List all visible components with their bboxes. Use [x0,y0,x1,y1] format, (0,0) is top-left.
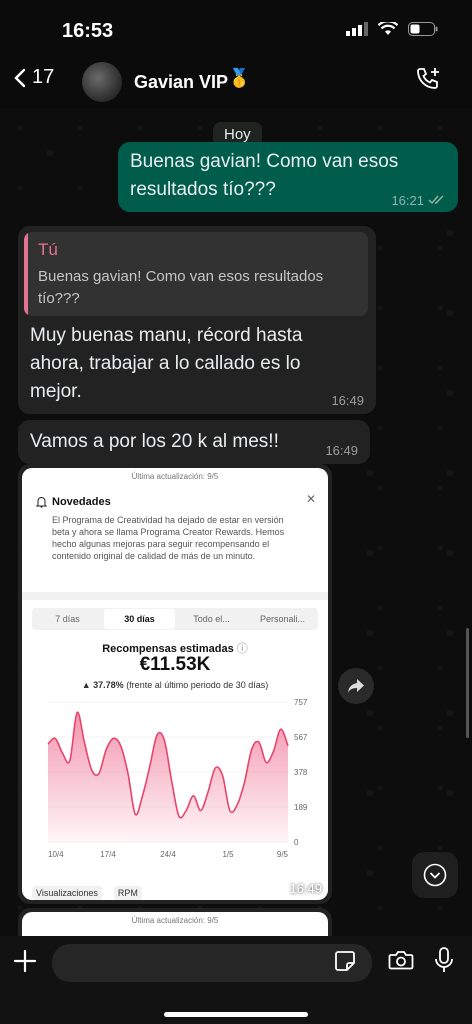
x-tick-label: 10/4 [48,850,64,859]
message-bubble-incoming[interactable]: Vamos a por los 20 k al mes!! 16:49 [18,420,370,464]
y-tick-label: 0 [294,838,299,847]
quoted-reply[interactable]: Tú Buenas gavian! Como van esos resultad… [24,232,368,316]
metric-tab-rpm: RPM [113,886,142,900]
forward-button[interactable] [338,668,374,704]
divider [22,592,328,600]
message-time: 16:49 [325,443,358,458]
tab-7-days: 7 días [55,614,80,624]
tab-30-days: 30 días [104,609,175,629]
message-bubble-outgoing[interactable]: Buenas gavian! Como van esos resultados … [118,142,458,212]
sticker-button[interactable] [334,950,356,977]
x-tick-label: 24/4 [160,850,176,859]
y-tick-label: 757 [294,698,308,707]
unread-count: 17 [32,66,55,88]
message-text: Vamos a por los 20 k al mes!! [30,431,279,452]
metric-tab-views: Visualizaciones [32,886,102,900]
double-check-icon [428,195,444,205]
camera-icon [388,951,414,970]
avatar[interactable] [82,62,122,102]
up-arrow-icon: ▲ [81,680,91,690]
contact-name[interactable]: Gavian VIP [134,72,228,93]
wifi-icon [378,22,398,35]
input-bar [0,936,472,1024]
news-card: Novedades El Programa de Creatividad ha … [34,490,316,586]
status-bar: 16:53 [0,0,472,60]
home-indicator [164,1012,308,1017]
scrollbar[interactable] [466,628,469,738]
phone-plus-icon [417,68,439,89]
message-time: 16:21 [391,193,424,208]
last-update-text: Última actualización: 9/5 [131,472,219,481]
plus-icon [13,949,37,973]
attach-button[interactable] [12,948,38,979]
quote-accent-bar [24,232,28,316]
chevron-down-circle-icon [423,863,447,887]
y-tick-label: 567 [294,733,308,742]
image-message[interactable]: Última actualización: 9/5 [18,908,332,936]
back-button[interactable]: 17 [14,66,54,89]
chevron-left-icon [14,68,26,87]
tab-custom: Personali... [259,614,306,624]
last-update-text: Última actualización: 9/5 [131,916,219,925]
message-input[interactable] [52,944,372,982]
metric-tabs: Visualizaciones RPM [32,886,322,900]
quote-author: Tú [38,240,58,259]
share-arrow-icon [348,679,364,693]
x-tick-label: 9/5 [277,850,289,859]
x-tick-label: 1/5 [222,850,234,859]
mic-button[interactable] [434,946,454,979]
signal-icon [346,22,368,36]
shared-screenshot[interactable]: Última actualización: 9/5 [22,912,328,936]
quote-text: Buenas gavian! Como van esos resultados … [38,268,324,307]
sticker-icon [335,951,355,971]
news-text: El Programa de Creatividad ha dejado de … [52,515,285,561]
y-tick-label: 189 [294,803,308,812]
y-tick-label: 378 [294,768,308,777]
camera-button[interactable] [388,948,414,977]
earnings-chart: 757 567 378 189 0 10/4 17/4 24/4 1/5 9/5 [47,698,308,859]
message-time: 16:49 [331,393,364,408]
shared-screenshot[interactable]: Última actualización: 9/5 Novedades El P… [22,468,328,900]
close-icon: ✕ [305,492,316,506]
news-title: Novedades [52,496,111,508]
add-call-button[interactable] [416,66,442,97]
series-area [48,712,288,842]
message-text: Muy buenas manu, récord hasta ahora, tra… [30,325,303,402]
message-bubble-incoming[interactable]: Tú Buenas gavian! Como van esos resultad… [18,226,376,414]
medal-emoji: 🥇 [228,68,251,88]
bell-icon [36,497,47,508]
period-tabs: 7 días 30 días Todo el... Personali... [32,608,318,630]
message-time: 16:49 [289,881,322,896]
tab-all: Todo el... [193,614,230,624]
chart-total: €11.53K [139,654,211,675]
microphone-icon [435,947,453,972]
chat-area[interactable]: Hoy Buenas gavian! Como van esos resulta… [0,108,472,936]
x-tick-label: 17/4 [100,850,116,859]
chart-change: ▲ 37.78% (frente al último periodo de 30… [81,680,269,690]
chat-header: 17 Gavian VIP 🥇 [0,56,472,108]
scroll-to-bottom-button[interactable] [412,852,458,898]
battery-icon [408,22,438,36]
status-icons [346,22,438,36]
image-message[interactable]: Última actualización: 9/5 Novedades El P… [18,464,332,904]
status-time: 16:53 [62,20,114,42]
